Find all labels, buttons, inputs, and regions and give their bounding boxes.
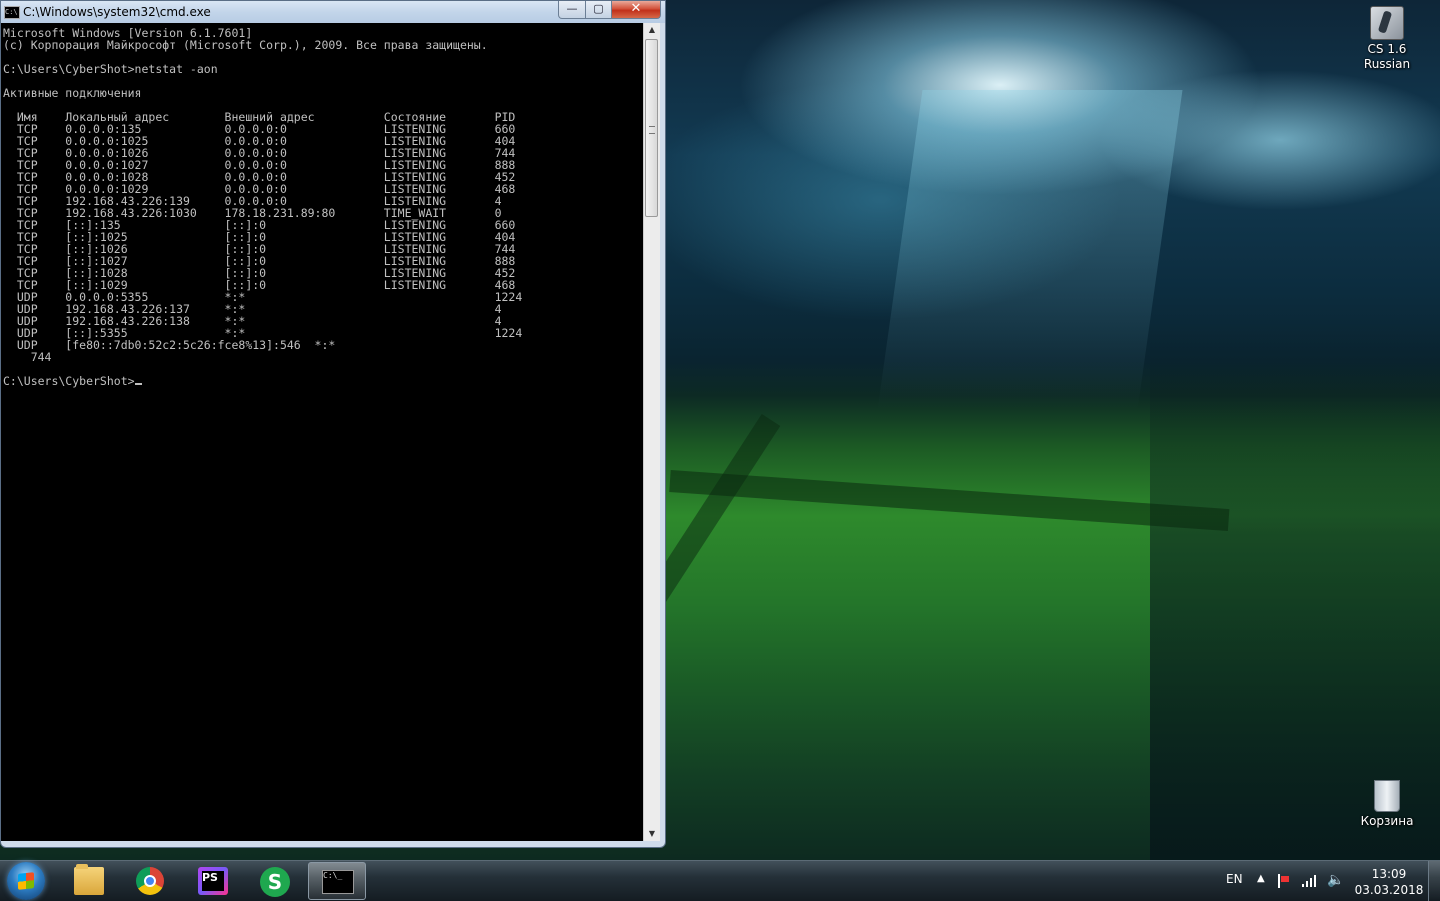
text-cursor (134, 383, 142, 385)
clock[interactable]: 13:09 03.03.2018 (1354, 866, 1424, 898)
taskbar-phpstorm-button[interactable]: PS (186, 862, 242, 900)
taskbar-chrome-button[interactable] (124, 862, 180, 900)
taskbar-explorer-button[interactable] (62, 862, 118, 900)
show-hidden-icons-icon[interactable]: ▲ (1257, 873, 1265, 884)
window-title: C:\Windows\system32\cmd.exe (23, 5, 211, 19)
taskbar: PS S C:\_ EN ▲ 🔈 13:09 03.03.2018 (0, 860, 1440, 901)
action-center-flag-icon[interactable] (1278, 874, 1292, 888)
close-button[interactable]: ✕ (611, 1, 661, 19)
chrome-icon (136, 867, 164, 895)
desktop-icon-recycle-bin[interactable]: Корзина (1352, 780, 1422, 829)
clock-date: 03.03.2018 (1354, 883, 1424, 897)
hill-shadow (1150, 320, 1440, 860)
cmd-icon: C:\ (4, 6, 20, 19)
desktop-icon-label: Корзина (1360, 814, 1414, 828)
maximize-button[interactable]: ▢ (585, 1, 612, 19)
s-app-icon: S (260, 867, 290, 897)
recycle-bin-icon (1374, 780, 1400, 812)
folder-icon (74, 864, 104, 895)
grip-icon (649, 126, 655, 134)
cmd-window[interactable]: C:\ C:\Windows\system32\cmd.exe — ▢ ✕ Mi… (0, 0, 666, 848)
console-output[interactable]: Microsoft Windows [Version 6.1.7601] (c)… (1, 23, 643, 841)
language-indicator[interactable]: EN (1226, 872, 1243, 886)
clock-time: 13:09 (1371, 867, 1407, 881)
volume-icon[interactable]: 🔈 (1327, 872, 1344, 888)
cmd-icon: C:\_ (322, 870, 354, 894)
scroll-down-arrow-icon[interactable]: ▼ (644, 827, 660, 841)
light-beam (877, 90, 1183, 410)
network-signal-icon[interactable] (1302, 875, 1318, 887)
desktop-icon-label: CS 1.6 (1367, 42, 1407, 56)
scroll-thumb[interactable] (645, 39, 658, 217)
desktop-icon-cs16[interactable]: CS 1.6 Russian (1352, 6, 1422, 72)
phpstorm-icon: PS (198, 867, 228, 895)
windows-logo-icon (18, 872, 34, 890)
start-button[interactable] (7, 862, 45, 900)
scroll-up-arrow-icon[interactable]: ▲ (644, 23, 660, 37)
phpstorm-label: PS (202, 871, 224, 891)
vertical-scrollbar[interactable]: ▲ ▼ (643, 23, 660, 841)
wallpaper-logo-bar (669, 470, 1230, 532)
cs-icon (1370, 6, 1404, 40)
show-desktop-button[interactable] (1428, 861, 1440, 901)
taskbar-cmd-button[interactable]: C:\_ (308, 862, 366, 900)
taskbar-s-app-button[interactable]: S (248, 862, 304, 900)
console-text: Microsoft Windows [Version 6.1.7601] (c)… (3, 26, 523, 388)
desktop-icon-label: Russian (1363, 57, 1411, 71)
window-title-bar[interactable]: C:\ C:\Windows\system32\cmd.exe — ▢ ✕ (1, 1, 665, 23)
minimize-button[interactable]: — (558, 1, 586, 19)
